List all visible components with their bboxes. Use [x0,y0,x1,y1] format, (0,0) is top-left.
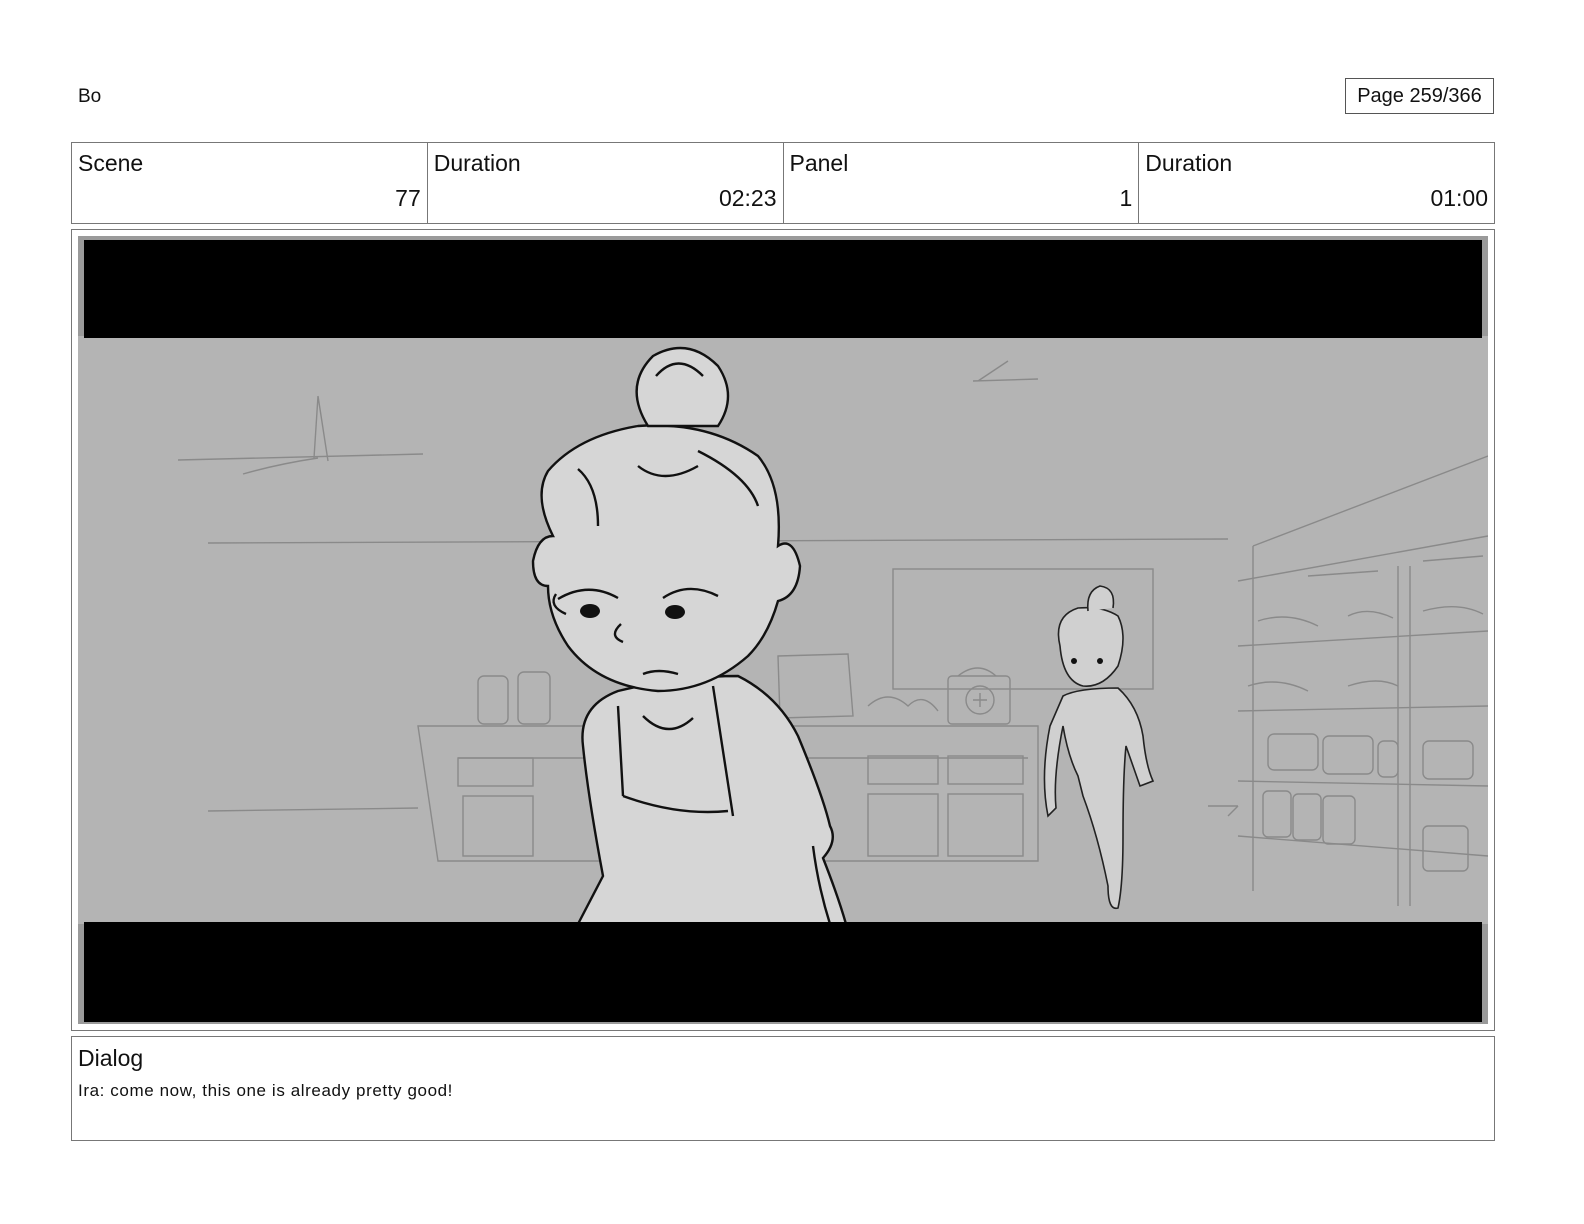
storyboard-panel [78,236,1488,1024]
project-title: Bo [78,86,102,107]
storyboard-panel-frame [71,229,1495,1031]
panel-label: Panel [789,150,849,176]
page-number: Page 259/366 [1345,78,1494,114]
panel-info-table: Scene 77 Duration 02:23 Panel 1 Duration… [71,142,1495,224]
scene-label: Scene [78,150,144,176]
dialog-label: Dialog [78,1045,144,1071]
scene-cell: Scene 77 [72,143,428,223]
scene-duration-value: 02:23 [718,185,777,211]
main-character-left-eye [580,604,600,618]
scene-duration-cell: Duration 02:23 [428,143,784,223]
dialog-text: Ira: come now, this one is already prett… [78,1081,453,1100]
panel-cell: Panel 1 [784,143,1140,223]
main-character-right-eye [665,605,685,619]
panel-duration-cell: Duration 01:00 [1139,143,1494,223]
panel-duration-value: 01:00 [1430,185,1488,211]
dialog-section: Dialog Ira: come now, this one is alread… [71,1036,1495,1141]
background-character-right-eye [1097,658,1103,664]
storyboard-sketch-image [78,240,1488,1022]
scene-value: 77 [395,185,421,211]
scene-duration-label: Duration [433,150,521,176]
letterbox-bottom [84,922,1482,1022]
panel-value: 1 [1119,185,1133,211]
background-character-left-eye [1071,658,1077,664]
letterbox-top [84,240,1482,338]
panel-duration-label: Duration [1145,150,1233,176]
